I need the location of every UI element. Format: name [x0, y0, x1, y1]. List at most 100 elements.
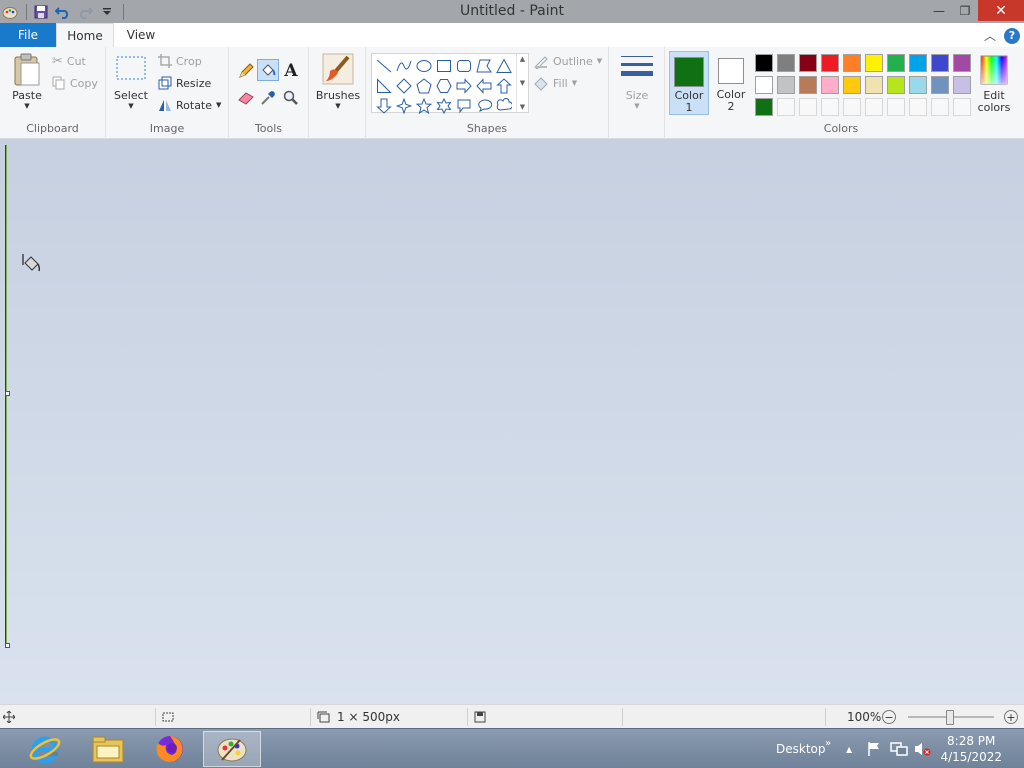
oval-shape-icon[interactable]	[414, 56, 434, 76]
fill-tool[interactable]	[257, 59, 279, 81]
palette-color-swatch[interactable]	[819, 52, 841, 74]
tab-view[interactable]: View	[114, 23, 168, 47]
copy-button[interactable]: Copy	[52, 73, 98, 93]
color-picker-tool[interactable]	[257, 87, 279, 109]
canvas-resize-handle-corner[interactable]	[5, 643, 10, 648]
rounded-rectangle-shape-icon[interactable]	[454, 56, 474, 76]
restore-button[interactable]: ❐	[952, 0, 978, 21]
color2-button[interactable]: Color 2	[711, 51, 751, 115]
taskbar-internet-explorer[interactable]	[16, 731, 74, 767]
minimize-button[interactable]: —	[926, 0, 952, 21]
taskbar-paint[interactable]	[203, 731, 261, 767]
triangle-shape-icon[interactable]	[494, 56, 514, 76]
right-arrow-shape-icon[interactable]	[454, 76, 474, 96]
action-center-flag-icon[interactable]	[866, 729, 882, 768]
desktop-toolbar[interactable]: Desktop	[776, 729, 826, 768]
palette-custom-slot[interactable]	[863, 96, 885, 118]
palette-color-swatch[interactable]	[753, 52, 775, 74]
taskbar-file-explorer[interactable]	[79, 731, 137, 767]
zoom-slider-thumb[interactable]	[946, 710, 954, 725]
paint-app-icon[interactable]	[0, 2, 20, 22]
curve-shape-icon[interactable]	[394, 56, 414, 76]
show-hidden-icons-icon[interactable]: ▲	[846, 729, 852, 768]
shapes-scrollbar[interactable]: ▲ ▼ ▼	[516, 54, 528, 112]
five-point-star-shape-icon[interactable]	[414, 96, 434, 116]
magnifier-tool[interactable]	[280, 87, 302, 109]
canvas-workspace[interactable]	[0, 139, 1024, 704]
rounded-callout-shape-icon[interactable]	[454, 96, 474, 116]
palette-color-swatch[interactable]	[951, 52, 973, 74]
rotate-button[interactable]: Rotate ▼	[158, 95, 221, 115]
palette-color-swatch[interactable]	[775, 74, 797, 96]
crop-button[interactable]: Crop	[158, 51, 202, 71]
size-button[interactable]: Size ▼	[619, 53, 655, 110]
redo-icon[interactable]	[75, 2, 95, 22]
tab-file[interactable]: File	[0, 23, 56, 47]
network-icon[interactable]	[890, 729, 908, 768]
palette-color-swatch[interactable]	[753, 96, 775, 118]
palette-custom-slot[interactable]	[885, 96, 907, 118]
six-point-star-shape-icon[interactable]	[434, 96, 454, 116]
pentagon-shape-icon[interactable]	[414, 76, 434, 96]
palette-custom-slot[interactable]	[797, 96, 819, 118]
zoom-out-button[interactable]: −	[882, 710, 896, 724]
customize-qat-icon[interactable]	[97, 2, 117, 22]
palette-color-swatch[interactable]	[753, 74, 775, 96]
palette-color-swatch[interactable]	[841, 74, 863, 96]
resize-button[interactable]: Resize	[158, 73, 211, 93]
palette-custom-slot[interactable]	[951, 96, 973, 118]
close-button[interactable]: ✕	[978, 0, 1024, 21]
tab-home[interactable]: Home	[56, 23, 114, 47]
paste-button[interactable]: Paste ▼	[8, 53, 46, 110]
taskbar-clock[interactable]: 8:28 PM 4/15/2022	[940, 733, 1002, 765]
palette-color-swatch[interactable]	[929, 52, 951, 74]
palette-color-swatch[interactable]	[929, 74, 951, 96]
palette-color-swatch[interactable]	[819, 74, 841, 96]
select-button[interactable]: Select ▼	[114, 55, 148, 110]
outline-button[interactable]: Outline ▼	[533, 51, 602, 71]
palette-color-swatch[interactable]	[775, 52, 797, 74]
palette-custom-slot[interactable]	[907, 96, 929, 118]
save-icon[interactable]	[31, 2, 51, 22]
hexagon-shape-icon[interactable]	[434, 76, 454, 96]
zoom-in-button[interactable]: +	[1004, 710, 1018, 724]
brushes-button[interactable]: Brushes ▼	[314, 53, 362, 110]
palette-custom-slot[interactable]	[929, 96, 951, 118]
up-arrow-shape-icon[interactable]	[494, 76, 514, 96]
palette-color-swatch[interactable]	[951, 74, 973, 96]
eraser-tool[interactable]	[235, 87, 257, 109]
palette-color-swatch[interactable]	[885, 74, 907, 96]
expand-gallery-icon[interactable]: ▼	[520, 103, 525, 111]
palette-custom-slot[interactable]	[841, 96, 863, 118]
volume-muted-icon[interactable]	[914, 729, 932, 768]
cut-button[interactable]: ✂ Cut	[52, 51, 86, 71]
taskbar-firefox[interactable]	[141, 731, 199, 767]
edit-colors-button[interactable]: Edit colors	[974, 51, 1014, 115]
palette-color-swatch[interactable]	[863, 74, 885, 96]
polygon-shape-icon[interactable]	[474, 56, 494, 76]
minimize-ribbon-icon[interactable]: ︿	[984, 27, 996, 44]
undo-icon[interactable]	[53, 2, 73, 22]
palette-color-swatch[interactable]	[797, 74, 819, 96]
color1-button[interactable]: Color 1	[669, 51, 709, 115]
line-shape-icon[interactable]	[374, 56, 394, 76]
scroll-up-icon[interactable]: ▲	[520, 55, 525, 63]
cloud-callout-shape-icon[interactable]	[494, 96, 514, 116]
scroll-down-icon[interactable]: ▼	[520, 79, 525, 87]
help-icon[interactable]: ?	[1004, 27, 1020, 44]
toolbar-chevron-icon[interactable]: »	[825, 723, 831, 763]
palette-color-swatch[interactable]	[863, 52, 885, 74]
text-tool-icon[interactable]: A	[280, 60, 302, 82]
palette-color-swatch[interactable]	[841, 52, 863, 74]
right-triangle-shape-icon[interactable]	[374, 76, 394, 96]
palette-color-swatch[interactable]	[907, 52, 929, 74]
four-point-star-shape-icon[interactable]	[394, 96, 414, 116]
palette-color-swatch[interactable]	[797, 52, 819, 74]
rectangle-shape-icon[interactable]	[434, 56, 454, 76]
oval-callout-shape-icon[interactable]	[474, 96, 494, 116]
pencil-tool[interactable]	[235, 60, 257, 82]
diamond-shape-icon[interactable]	[394, 76, 414, 96]
palette-custom-slot[interactable]	[819, 96, 841, 118]
down-arrow-shape-icon[interactable]	[374, 96, 394, 116]
fill-button[interactable]: Fill ▼	[533, 73, 577, 93]
